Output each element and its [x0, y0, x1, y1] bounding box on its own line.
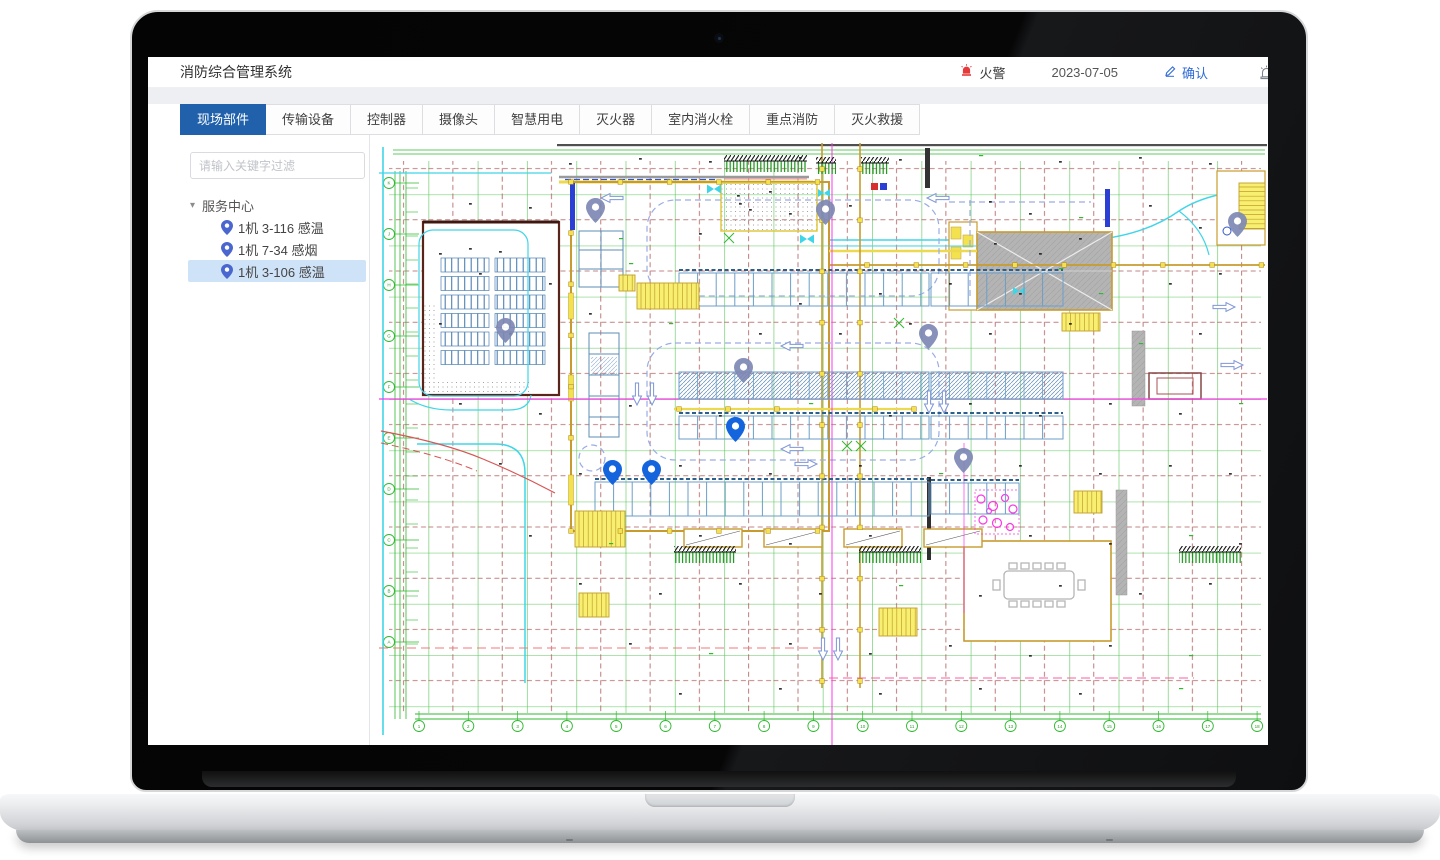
- tab-indoor-hydrants[interactable]: 室内消火栓: [652, 104, 750, 135]
- tree-item-device[interactable]: 1机 7-34 感烟: [188, 238, 366, 260]
- laptop-foot: [566, 839, 573, 841]
- svg-text:11: 11: [910, 724, 915, 729]
- map-pin-icon: [221, 242, 233, 257]
- confirm-button[interactable]: 确认: [1164, 63, 1208, 82]
- svg-text:G: G: [387, 334, 391, 339]
- tab-controllers[interactable]: 控制器: [351, 104, 423, 135]
- tab-smart-power[interactable]: 智慧用电: [495, 104, 580, 135]
- device-pin[interactable]: [642, 460, 661, 485]
- device-sidebar: ▾ 服务中心 1机 3-116 感温 1机 7-34 感烟: [148, 135, 370, 745]
- tab-transmission-devices[interactable]: 传输设备: [266, 104, 351, 135]
- header-divider-band: [148, 88, 1268, 104]
- device-label: 1机 3-106 感温: [238, 262, 325, 281]
- tab-cameras[interactable]: 摄像头: [423, 104, 495, 135]
- laptop-foot: [1106, 839, 1113, 841]
- confirm-label: 确认: [1182, 63, 1208, 82]
- tree-item-device[interactable]: 1机 3-116 感温: [188, 216, 366, 238]
- tree-root-label: 服务中心: [202, 196, 254, 215]
- device-label: 1机 3-116 感温: [238, 218, 324, 237]
- device-tree: ▾ 服务中心 1机 3-116 感温 1机 7-34 感烟: [148, 194, 369, 282]
- app-header: 消防综合管理系统 火警 2023-07-05 确认: [148, 57, 1268, 88]
- svg-text:15: 15: [1107, 724, 1113, 729]
- device-label: 1机 7-34 感烟: [238, 240, 317, 259]
- header-date: 2023-07-05: [1051, 65, 1118, 80]
- svg-text:H: H: [387, 283, 390, 288]
- page-title: 消防综合管理系统: [180, 62, 292, 82]
- caret-down-icon: ▾: [190, 200, 195, 211]
- module-tab-bar: 现场部件 传输设备 控制器 摄像头 智慧用电 灭火器 室内消火栓 重点消防 灭火…: [148, 104, 1268, 135]
- floorplan-drawing: KJHGFEDCBA123456789101112131415161718: [379, 143, 1267, 745]
- device-pin[interactable]: [726, 417, 745, 442]
- tab-fire-extinguishers[interactable]: 灭火器: [580, 104, 652, 135]
- tab-fire-rescue[interactable]: 灭火救援: [835, 104, 920, 135]
- svg-text:18: 18: [1255, 724, 1261, 729]
- device-pin[interactable]: [496, 318, 515, 343]
- svg-text:F: F: [388, 385, 391, 390]
- mute-siren-icon[interactable]: [1259, 65, 1268, 83]
- laptop-camera-icon: [715, 34, 723, 42]
- floorplan-canvas[interactable]: KJHGFEDCBA123456789101112131415161718: [379, 143, 1267, 745]
- device-pin[interactable]: [919, 324, 938, 349]
- alarm-label: 火警: [979, 63, 1005, 82]
- tab-site-components[interactable]: 现场部件: [180, 104, 266, 135]
- svg-text:E: E: [387, 436, 390, 441]
- app-window: 消防综合管理系统 火警 2023-07-05 确认: [148, 57, 1268, 745]
- laptop-base-edge: [16, 830, 1424, 843]
- alarm-siren-icon: [960, 64, 973, 80]
- svg-text:13: 13: [1008, 724, 1014, 729]
- svg-text:A: A: [387, 640, 390, 645]
- laptop-screen-bezel: 消防综合管理系统 火警 2023-07-05 确认: [130, 10, 1308, 792]
- tree-node-service-center[interactable]: ▾ 服务中心: [148, 194, 369, 216]
- keyword-filter-input[interactable]: [190, 152, 365, 179]
- laptop-hinge: [202, 771, 1236, 787]
- svg-text:17: 17: [1205, 724, 1211, 729]
- device-pin[interactable]: [586, 198, 605, 223]
- svg-text:12: 12: [959, 724, 965, 729]
- svg-text:16: 16: [1156, 724, 1162, 729]
- fire-alarm-status[interactable]: 火警: [960, 63, 1005, 82]
- device-pin[interactable]: [1228, 212, 1247, 237]
- device-pin[interactable]: [603, 460, 622, 485]
- laptop-lid-notch: [645, 794, 795, 807]
- device-pin[interactable]: [734, 358, 753, 383]
- device-pin[interactable]: [816, 200, 835, 225]
- svg-text:14: 14: [1057, 724, 1063, 729]
- svg-text:J: J: [388, 232, 390, 237]
- tree-item-device[interactable]: 1机 3-106 感温: [188, 260, 366, 282]
- svg-text:K: K: [387, 181, 390, 186]
- pen-icon: [1164, 65, 1176, 80]
- map-pin-icon: [221, 220, 233, 235]
- device-pin[interactable]: [954, 448, 973, 473]
- tab-key-fire-protection[interactable]: 重点消防: [750, 104, 835, 135]
- laptop-base: [0, 794, 1440, 832]
- svg-text:10: 10: [860, 724, 866, 729]
- page-background: 消防综合管理系统 火警 2023-07-05 确认: [0, 0, 1440, 860]
- map-pin-icon: [221, 264, 233, 279]
- svg-text:B: B: [387, 589, 390, 594]
